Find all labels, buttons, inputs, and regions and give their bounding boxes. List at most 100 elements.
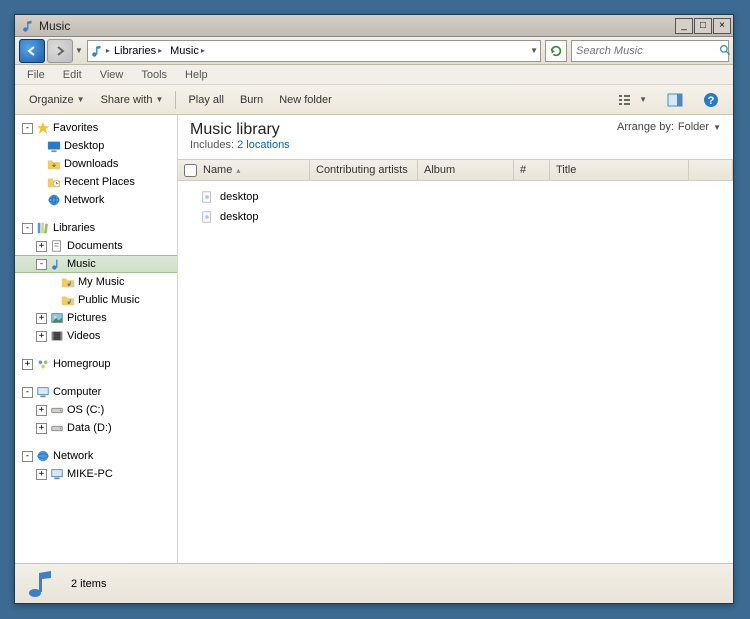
tree-videos[interactable]: + Videos <box>15 327 177 345</box>
column-title[interactable]: Title <box>550 160 689 180</box>
tree-music[interactable]: - Music <box>15 255 177 273</box>
expand-icon[interactable]: + <box>36 331 47 342</box>
videos-icon <box>50 329 64 343</box>
navigation-tree[interactable]: - Favorites Desktop Downloads Recent Pla… <box>15 115 178 563</box>
expand-icon[interactable]: + <box>36 313 47 324</box>
desktop-icon <box>47 139 61 153</box>
address-dropdown[interactable]: ▼ <box>530 46 538 55</box>
network-icon <box>47 193 61 207</box>
forward-button[interactable] <box>47 39 73 63</box>
status-bar: 2 items <box>15 563 733 603</box>
maximize-button[interactable]: □ <box>694 18 712 34</box>
locations-link[interactable]: 2 locations <box>237 139 290 151</box>
column-number[interactable]: # <box>514 160 550 180</box>
breadcrumb-music[interactable]: Music ▸ <box>166 41 209 61</box>
menu-help[interactable]: Help <box>177 67 216 83</box>
search-input[interactable] <box>576 45 719 57</box>
tree-drive-c[interactable]: + OS (C:) <box>15 401 177 419</box>
navigation-bar: ▼ ▸ Libraries ▸ Music ▸ ▼ <box>15 37 733 65</box>
libraries-icon <box>36 221 50 235</box>
column-album[interactable]: Album <box>418 160 514 180</box>
column-artists[interactable]: Contributing artists <box>310 160 418 180</box>
tree-publicmusic[interactable]: Public Music <box>15 291 177 309</box>
refresh-button[interactable] <box>545 40 567 62</box>
menu-edit[interactable]: Edit <box>55 67 90 83</box>
column-extra[interactable] <box>689 160 733 180</box>
select-all-checkbox[interactable] <box>184 164 197 177</box>
window-title: Music <box>39 19 675 33</box>
tree-desktop[interactable]: Desktop <box>15 137 177 155</box>
library-subtitle: Includes: 2 locations <box>190 139 290 151</box>
titlebar[interactable]: Music _ □ × <box>15 15 733 37</box>
content-area: - Favorites Desktop Downloads Recent Pla… <box>15 115 733 563</box>
library-header: Music library Includes: 2 locations Arra… <box>178 115 733 159</box>
expand-icon[interactable]: + <box>36 423 47 434</box>
tree-homegroup[interactable]: + Homegroup <box>15 355 177 373</box>
expand-icon[interactable]: + <box>36 241 47 252</box>
folder-icon <box>61 293 75 307</box>
tree-favorites[interactable]: - Favorites <box>15 119 177 137</box>
sort-asc-icon: ▴ <box>236 166 240 175</box>
breadcrumb-label: Music <box>170 45 199 57</box>
address-bar[interactable]: ▸ Libraries ▸ Music ▸ ▼ <box>87 40 541 62</box>
collapse-icon[interactable]: - <box>22 223 33 234</box>
arrange-by[interactable]: Arrange by: Folder ▼ <box>617 121 721 133</box>
tree-network-pc[interactable]: + MIKE-PC <box>15 465 177 483</box>
documents-icon <box>50 239 64 253</box>
explorer-window: Music _ □ × ▼ ▸ Libraries ▸ Music ▸ ▼ <box>14 14 734 604</box>
menu-tools[interactable]: Tools <box>133 67 175 83</box>
expand-icon[interactable]: + <box>36 469 47 480</box>
column-name[interactable]: Name ▴ <box>178 160 310 180</box>
column-headers: Name ▴ Contributing artists Album # Titl… <box>178 159 733 181</box>
share-button[interactable]: Share with ▼ <box>93 90 172 110</box>
menu-file[interactable]: File <box>19 67 53 83</box>
drive-icon <box>50 421 64 435</box>
close-button[interactable]: × <box>713 18 731 34</box>
list-item[interactable]: desktop <box>182 207 729 227</box>
minimize-button[interactable]: _ <box>675 18 693 34</box>
drive-icon <box>50 403 64 417</box>
menu-view[interactable]: View <box>92 67 132 83</box>
list-item[interactable]: desktop <box>182 187 729 207</box>
preview-pane-button[interactable] <box>659 89 691 111</box>
file-icon <box>200 190 214 204</box>
breadcrumb-libraries[interactable]: Libraries ▸ <box>110 41 166 61</box>
search-icon[interactable] <box>719 44 732 57</box>
tree-pictures[interactable]: + Pictures <box>15 309 177 327</box>
music-icon <box>50 257 64 271</box>
tree-mymusic[interactable]: My Music <box>15 273 177 291</box>
file-list[interactable]: desktop desktop <box>178 181 733 563</box>
star-icon <box>36 121 50 135</box>
burn-button[interactable]: Burn <box>232 90 271 110</box>
expand-icon[interactable]: + <box>22 359 33 370</box>
collapse-icon[interactable]: - <box>22 123 33 134</box>
collapse-icon[interactable]: - <box>36 259 47 270</box>
collapse-icon[interactable]: - <box>22 451 33 462</box>
tree-network[interactable]: - Network <box>15 447 177 465</box>
playall-button[interactable]: Play all <box>180 90 231 110</box>
tree-computer[interactable]: - Computer <box>15 383 177 401</box>
tree-recent[interactable]: Recent Places <box>15 173 177 191</box>
folder-icon <box>61 275 75 289</box>
view-options-button[interactable]: ▼ <box>610 89 655 111</box>
expand-icon[interactable]: + <box>36 405 47 416</box>
file-icon <box>200 210 214 224</box>
folder-icon <box>47 157 61 171</box>
music-icon <box>23 569 59 599</box>
back-button[interactable] <box>19 39 45 63</box>
tree-downloads[interactable]: Downloads <box>15 155 177 173</box>
chevron-down-icon: ▼ <box>713 123 721 132</box>
tree-documents[interactable]: + Documents <box>15 237 177 255</box>
homegroup-icon <box>36 357 50 371</box>
newfolder-button[interactable]: New folder <box>271 90 340 110</box>
tree-fav-network[interactable]: Network <box>15 191 177 209</box>
main-panel: Music library Includes: 2 locations Arra… <box>178 115 733 563</box>
tree-drive-d[interactable]: + Data (D:) <box>15 419 177 437</box>
recent-locations-dropdown[interactable]: ▼ <box>75 46 83 55</box>
tree-libraries[interactable]: - Libraries <box>15 219 177 237</box>
collapse-icon[interactable]: - <box>22 387 33 398</box>
organize-button[interactable]: Organize ▼ <box>21 90 93 110</box>
recent-icon <box>47 175 61 189</box>
help-button[interactable]: ? <box>695 88 727 112</box>
search-box[interactable] <box>571 40 729 62</box>
